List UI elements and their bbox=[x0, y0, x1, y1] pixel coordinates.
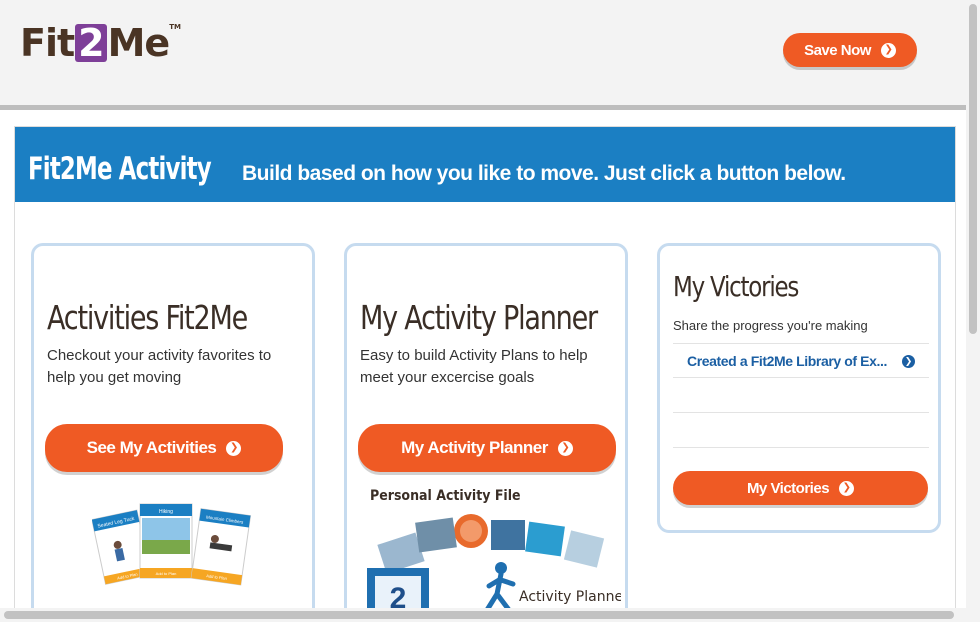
svg-text:Personal Activity File: Personal Activity File bbox=[370, 488, 521, 504]
chevron-right-circle-icon: ❯ bbox=[880, 42, 896, 58]
activity-banner: Fit2Me Activity Build based on how you l… bbox=[15, 127, 955, 202]
card-title: My Victories bbox=[673, 270, 799, 303]
svg-text:Activity Planner: Activity Planner bbox=[519, 589, 621, 605]
activity-panel: Fit2Me Activity Build based on how you l… bbox=[14, 126, 956, 616]
card-title: My Activity Planner bbox=[360, 298, 598, 337]
victory-item bbox=[673, 413, 929, 448]
see-my-activities-button[interactable]: See My Activities ❯ bbox=[45, 424, 283, 472]
card-description: Easy to build Activity Plans to help mee… bbox=[360, 347, 588, 386]
chevron-right-circle-icon: ❯ bbox=[839, 480, 855, 496]
chevron-right-circle-icon: ❯ bbox=[902, 355, 915, 368]
my-activity-planner-button[interactable]: My Activity Planner ❯ bbox=[358, 424, 616, 472]
victory-item[interactable]: Created a Fit2Me Library of Ex... ❯ bbox=[673, 343, 929, 378]
fit2me-logo[interactable]: Fit 2 MeTM bbox=[20, 24, 181, 62]
my-victories-card: My Victories Share the progress you're m… bbox=[657, 243, 941, 533]
activity-planner-card: My Activity Planner Easy to build Activi… bbox=[344, 243, 628, 615]
scrollbar-thumb[interactable] bbox=[969, 4, 977, 334]
banner-title: Fit2Me Activity bbox=[28, 151, 212, 187]
chevron-right-circle-icon: ❯ bbox=[226, 440, 242, 456]
chevron-right-circle-icon: ❯ bbox=[557, 440, 573, 456]
svg-text:Hiking: Hiking bbox=[159, 509, 173, 515]
card-description: Share the progress you're making bbox=[673, 318, 868, 333]
activities-card: Activities Fit2Me Checkout your activity… bbox=[31, 243, 315, 615]
save-now-button[interactable]: Save Now ❯ bbox=[783, 33, 917, 67]
top-header: Fit 2 MeTM Save Now ❯ bbox=[0, 0, 966, 110]
my-victories-button[interactable]: My Victories ❯ bbox=[673, 471, 928, 505]
activity-cards-illustration: Seated Leg Tuck Add to Plan Hiking Add t… bbox=[92, 503, 252, 586]
card-description: Checkout your activity favorites to help… bbox=[47, 347, 272, 386]
personal-activity-file-illustration: Personal Activity File 2 Activity Planne… bbox=[367, 488, 621, 615]
card-title: Activities Fit2Me bbox=[47, 298, 248, 337]
svg-text:Add to Plan: Add to Plan bbox=[156, 571, 177, 576]
scrollbar-thumb[interactable] bbox=[4, 611, 954, 619]
vertical-scrollbar[interactable] bbox=[966, 0, 980, 622]
horizontal-scrollbar[interactable] bbox=[0, 608, 966, 622]
banner-subtitle: Build based on how you like to move. Jus… bbox=[242, 162, 846, 185]
victory-item bbox=[673, 378, 929, 413]
